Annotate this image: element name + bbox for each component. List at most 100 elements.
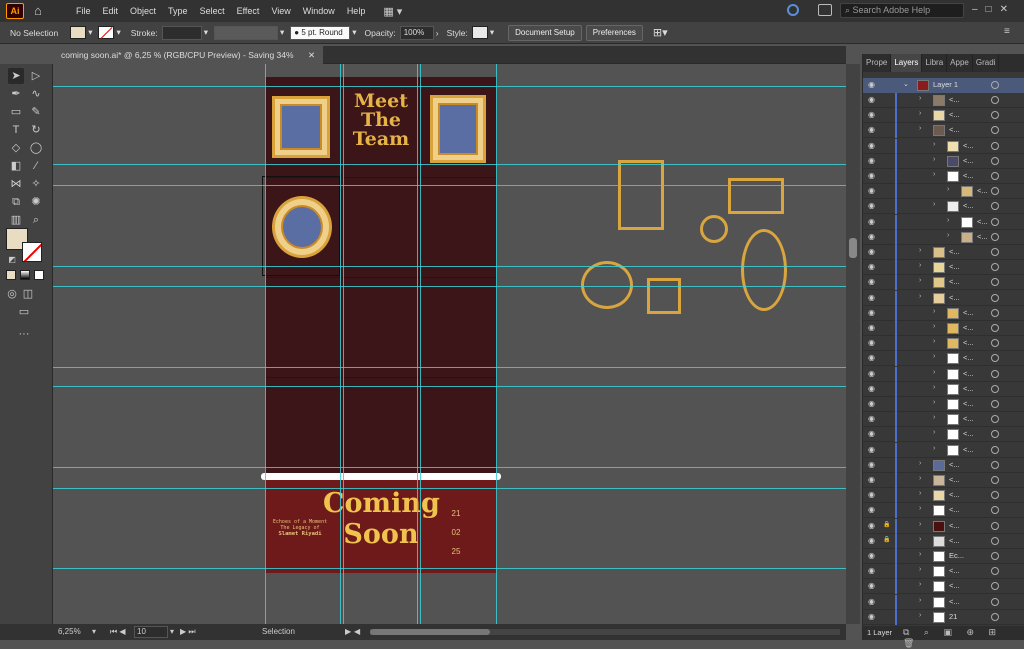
sublayer-name[interactable]: <...: [949, 581, 960, 590]
sublayer-row[interactable]: ◉ › <...: [863, 427, 1024, 443]
target-circle-icon[interactable]: [991, 217, 999, 226]
visibility-eye-icon[interactable]: ◉: [868, 110, 875, 119]
sublayer-row[interactable]: ◉ › <...: [863, 321, 1024, 336]
expand-chevron-icon[interactable]: ›: [919, 505, 921, 512]
sublayer-name[interactable]: <...: [963, 429, 974, 438]
magic-wand-tool-icon[interactable]: ✧: [28, 176, 44, 192]
target-circle-icon[interactable]: [991, 126, 999, 135]
opacity-field[interactable]: 100%: [399, 25, 434, 40]
visibility-eye-icon[interactable]: ◉: [868, 277, 875, 286]
scroll-left-icon[interactable]: ◀: [354, 624, 360, 640]
artboard-number-field[interactable]: 10: [134, 626, 168, 638]
expand-chevron-icon[interactable]: ›: [919, 95, 921, 102]
visibility-eye-icon[interactable]: ◉: [868, 186, 875, 195]
color-mode-icon[interactable]: [6, 270, 16, 280]
expand-chevron-icon[interactable]: ›: [947, 217, 949, 224]
artboard-tool-icon[interactable]: ⧉: [8, 194, 24, 210]
expand-chevron-icon[interactable]: ›: [933, 384, 935, 391]
stroke-swatch[interactable]: [98, 26, 115, 40]
target-circle-icon[interactable]: [991, 278, 999, 287]
expand-chevron-icon[interactable]: ›: [919, 460, 921, 467]
sublayer-row[interactable]: ◉ › <...: [863, 457, 1024, 473]
target-circle-icon[interactable]: [991, 96, 999, 104]
target-circle-icon[interactable]: [991, 354, 999, 363]
tab-appearance[interactable]: Appe: [947, 54, 973, 72]
sublayer-name[interactable]: <...: [963, 338, 974, 347]
expand-chevron-icon[interactable]: ›: [919, 293, 921, 300]
sublayer-row[interactable]: ◉ › <...: [863, 260, 1024, 276]
sublayer-name[interactable]: <...: [949, 460, 960, 469]
sublayer-row[interactable]: ◉ › <...: [863, 336, 1024, 352]
layer-target-icon[interactable]: [991, 81, 999, 89]
stroke-weight-dropdown-icon[interactable]: ▾: [204, 27, 208, 38]
sublayer-row[interactable]: ◉ › <...: [863, 229, 1024, 245]
guide-horizontal[interactable]: [53, 185, 846, 186]
paintbrush-tool-icon[interactable]: ✎: [28, 104, 44, 120]
visibility-eye-icon[interactable]: ◉: [868, 414, 875, 423]
selection-tool-icon[interactable]: ➤: [8, 68, 24, 84]
target-circle-icon[interactable]: [991, 384, 999, 393]
tab-libraries[interactable]: Libra: [922, 54, 948, 72]
workspace-switcher-icon[interactable]: ▦ ▾: [383, 5, 402, 18]
visibility-eye-icon[interactable]: ◉: [868, 80, 875, 89]
target-circle-icon[interactable]: [991, 202, 999, 211]
expand-chevron-icon[interactable]: ›: [919, 490, 921, 497]
guide-horizontal[interactable]: [53, 467, 846, 468]
target-circle-icon[interactable]: [991, 552, 999, 560]
menu-edit[interactable]: Edit: [103, 6, 119, 16]
sublayer-name[interactable]: <...: [977, 232, 988, 241]
target-circle-icon[interactable]: [991, 506, 999, 515]
landscape-frame-asset[interactable]: [728, 178, 784, 214]
expand-chevron-icon[interactable]: ›: [933, 399, 935, 406]
visibility-eye-icon[interactable]: ◉: [868, 551, 875, 560]
expand-chevron-icon[interactable]: ›: [933, 171, 935, 178]
menu-window[interactable]: Window: [303, 6, 335, 16]
direct-selection-tool-icon[interactable]: ▷: [28, 68, 44, 84]
sublayer-name[interactable]: <...: [963, 445, 974, 454]
target-circle-icon[interactable]: [991, 612, 999, 621]
rotate-tool-icon[interactable]: ↻: [28, 122, 44, 138]
visibility-eye-icon[interactable]: ◉: [868, 445, 875, 454]
draw-behind-icon[interactable]: ◫: [20, 286, 36, 302]
brush-definition[interactable]: ● 5 pt. Round: [290, 25, 351, 40]
visibility-eye-icon[interactable]: ◉: [868, 460, 875, 469]
panel-menu-icon[interactable]: ≡: [1004, 26, 1010, 37]
sublayer-row[interactable]: ◉ › <...: [863, 564, 1024, 580]
more-tools-icon[interactable]: ···: [16, 326, 32, 342]
sublayer-row[interactable]: ◉ › <...: [863, 503, 1024, 519]
guide-horizontal[interactable]: [53, 286, 846, 287]
target-circle-icon[interactable]: [991, 308, 999, 317]
home-icon[interactable]: ⌂: [34, 4, 48, 18]
expand-chevron-icon[interactable]: ›: [933, 201, 935, 208]
expand-chevron-icon[interactable]: ›: [933, 156, 935, 163]
expand-chevron-icon[interactable]: ›: [947, 186, 949, 193]
expand-chevron-icon[interactable]: ›: [933, 445, 935, 452]
expand-chevron-icon[interactable]: ›: [933, 369, 935, 376]
sublayer-name[interactable]: <...: [949, 262, 960, 271]
layer-name[interactable]: Layer 1: [933, 80, 958, 89]
arrange-icon[interactable]: ⊞▾: [653, 26, 668, 39]
target-circle-icon[interactable]: [991, 111, 999, 120]
sublayer-name[interactable]: <...: [963, 156, 974, 165]
circle-frame-asset[interactable]: [581, 261, 633, 309]
sublayer-name[interactable]: <...: [949, 247, 960, 256]
target-circle-icon[interactable]: [991, 248, 999, 256]
guide-horizontal[interactable]: [53, 367, 846, 368]
expand-chevron-icon[interactable]: ›: [933, 141, 935, 148]
sublayer-row[interactable]: ◉ › <...: [863, 245, 1024, 260]
photo-frame[interactable]: [430, 95, 486, 163]
shape-builder-tool-icon[interactable]: ⋈: [8, 176, 24, 192]
visibility-eye-icon[interactable]: ◉: [868, 262, 875, 271]
target-circle-icon[interactable]: [991, 156, 999, 165]
expand-chevron-icon[interactable]: ⌄: [903, 80, 909, 88]
lasso-tool-icon[interactable]: ◯: [28, 140, 44, 156]
expand-chevron-icon[interactable]: ›: [933, 308, 935, 315]
menu-view[interactable]: View: [271, 6, 290, 16]
sublayer-row[interactable]: ◉ › <...: [863, 442, 1024, 458]
target-circle-icon[interactable]: [991, 141, 999, 150]
sublayer-name[interactable]: <...: [977, 186, 988, 195]
close-tab-icon[interactable]: ✕: [308, 50, 315, 60]
brush-dropdown-icon[interactable]: ▾: [352, 27, 356, 38]
default-colors-icon[interactable]: ◩: [4, 252, 20, 268]
rectangle-tool-icon[interactable]: ▭: [8, 104, 24, 120]
